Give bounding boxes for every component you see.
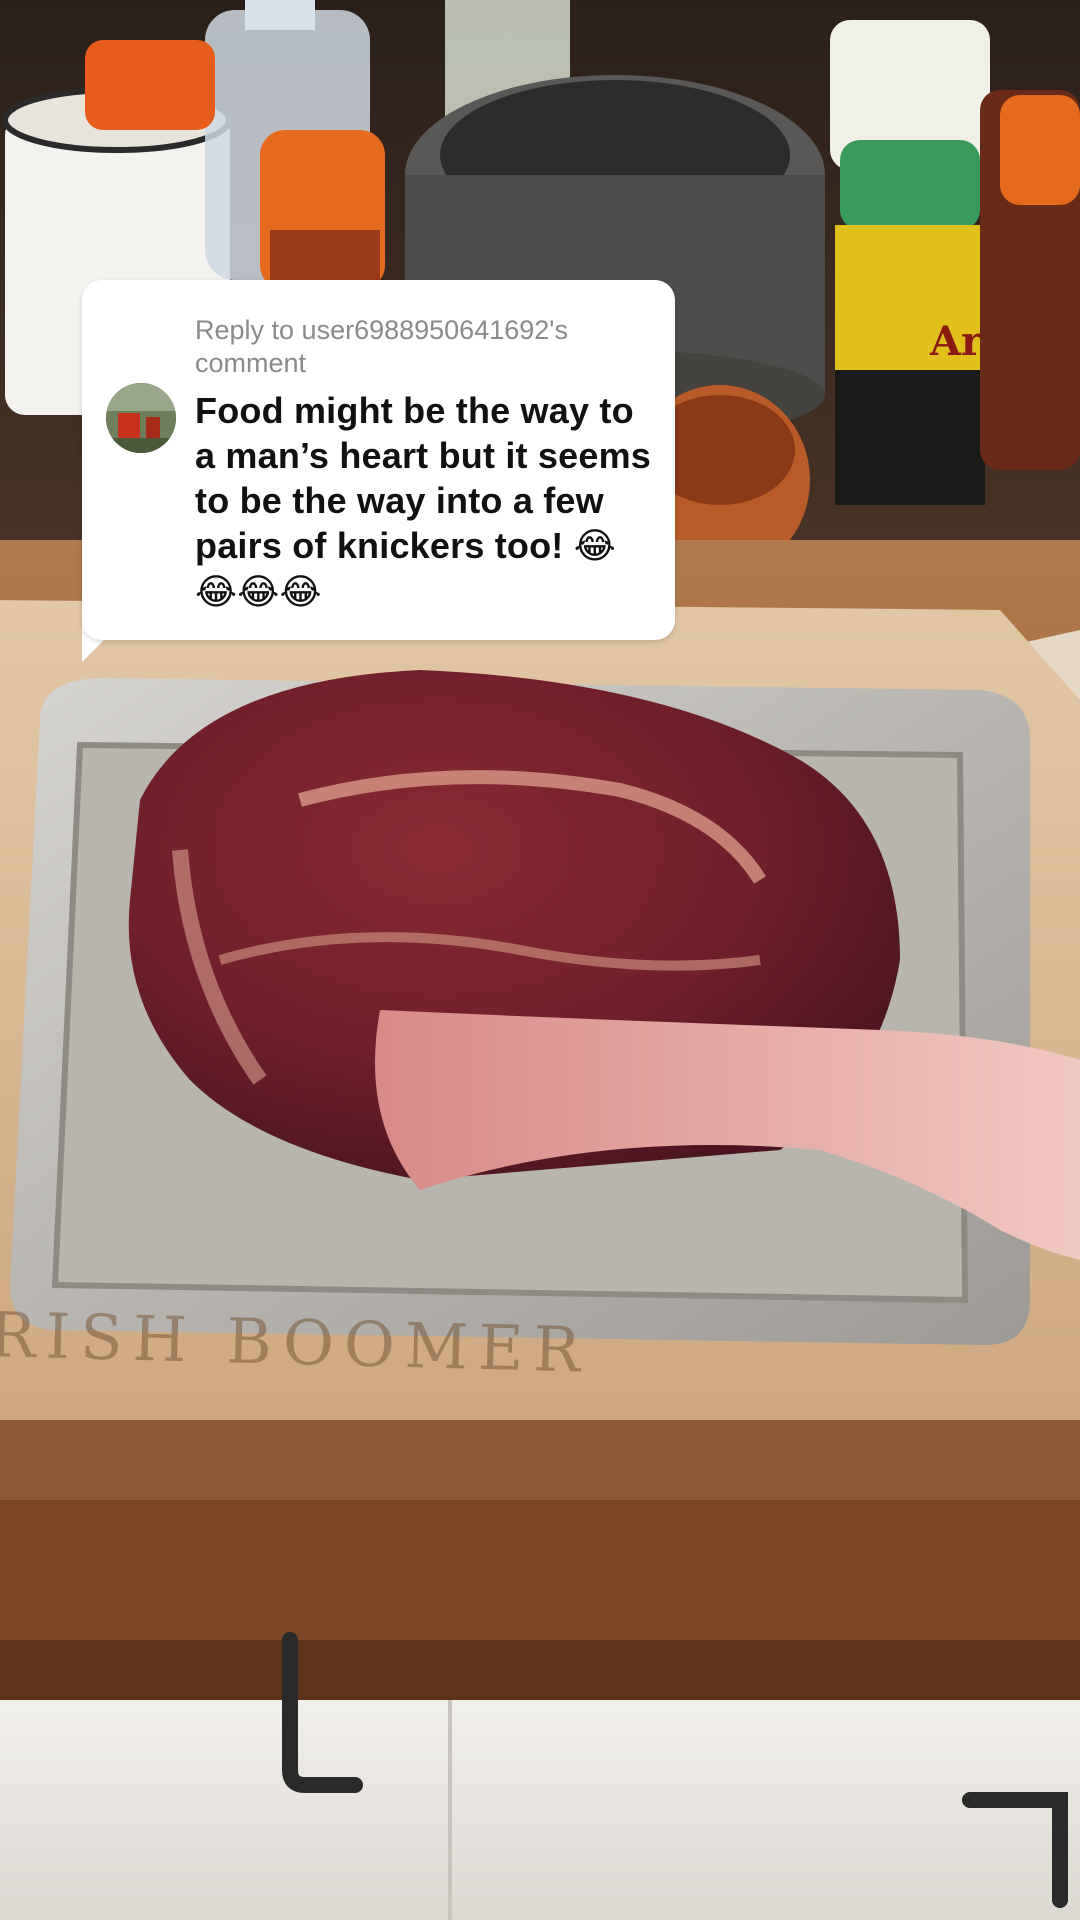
reply-to-label: Reply to user6988950641692's comment (195, 315, 568, 378)
avatar-photo (106, 383, 176, 453)
reply-comment-bubble[interactable]: Reply to user6988950641692's comment Foo… (82, 280, 675, 640)
svg-text:Ar: Ar (929, 318, 983, 365)
commenter-avatar[interactable] (106, 383, 176, 453)
comment-text: Food might be the way to a man’s heart b… (195, 388, 655, 615)
video-frame[interactable]: Ar RISH BOOMER Reply to user698895064169… (0, 0, 1080, 1920)
board-engraving: RISH BOOMER (0, 1298, 592, 1387)
